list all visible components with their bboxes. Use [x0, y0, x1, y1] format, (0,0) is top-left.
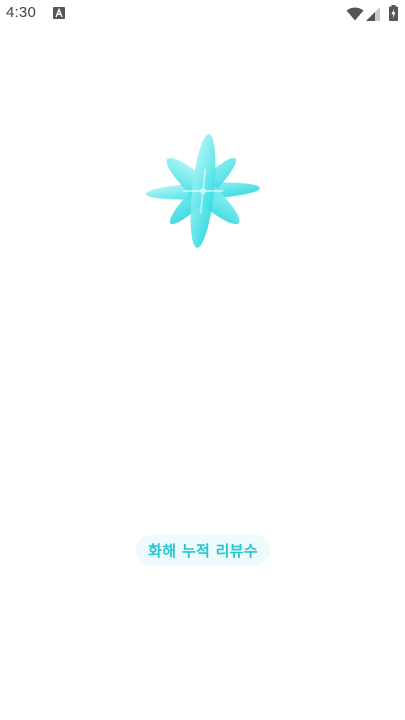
- review-count-pill: 화해 누적 리뷰수: [136, 535, 270, 566]
- flower-logo-icon: [144, 132, 262, 250]
- wifi-icon: [346, 6, 364, 25]
- splash-screen: 4:30 화해 누적 리뷰수: [0, 0, 405, 720]
- signal-icon: [366, 6, 380, 25]
- review-count-caption: 화해 누적 리뷰수: [148, 542, 258, 560]
- status-time: 4:30: [6, 4, 36, 21]
- notification-a-icon: [53, 7, 65, 19]
- battery-charging-icon: [389, 5, 398, 25]
- status-bar: 4:30: [0, 0, 405, 28]
